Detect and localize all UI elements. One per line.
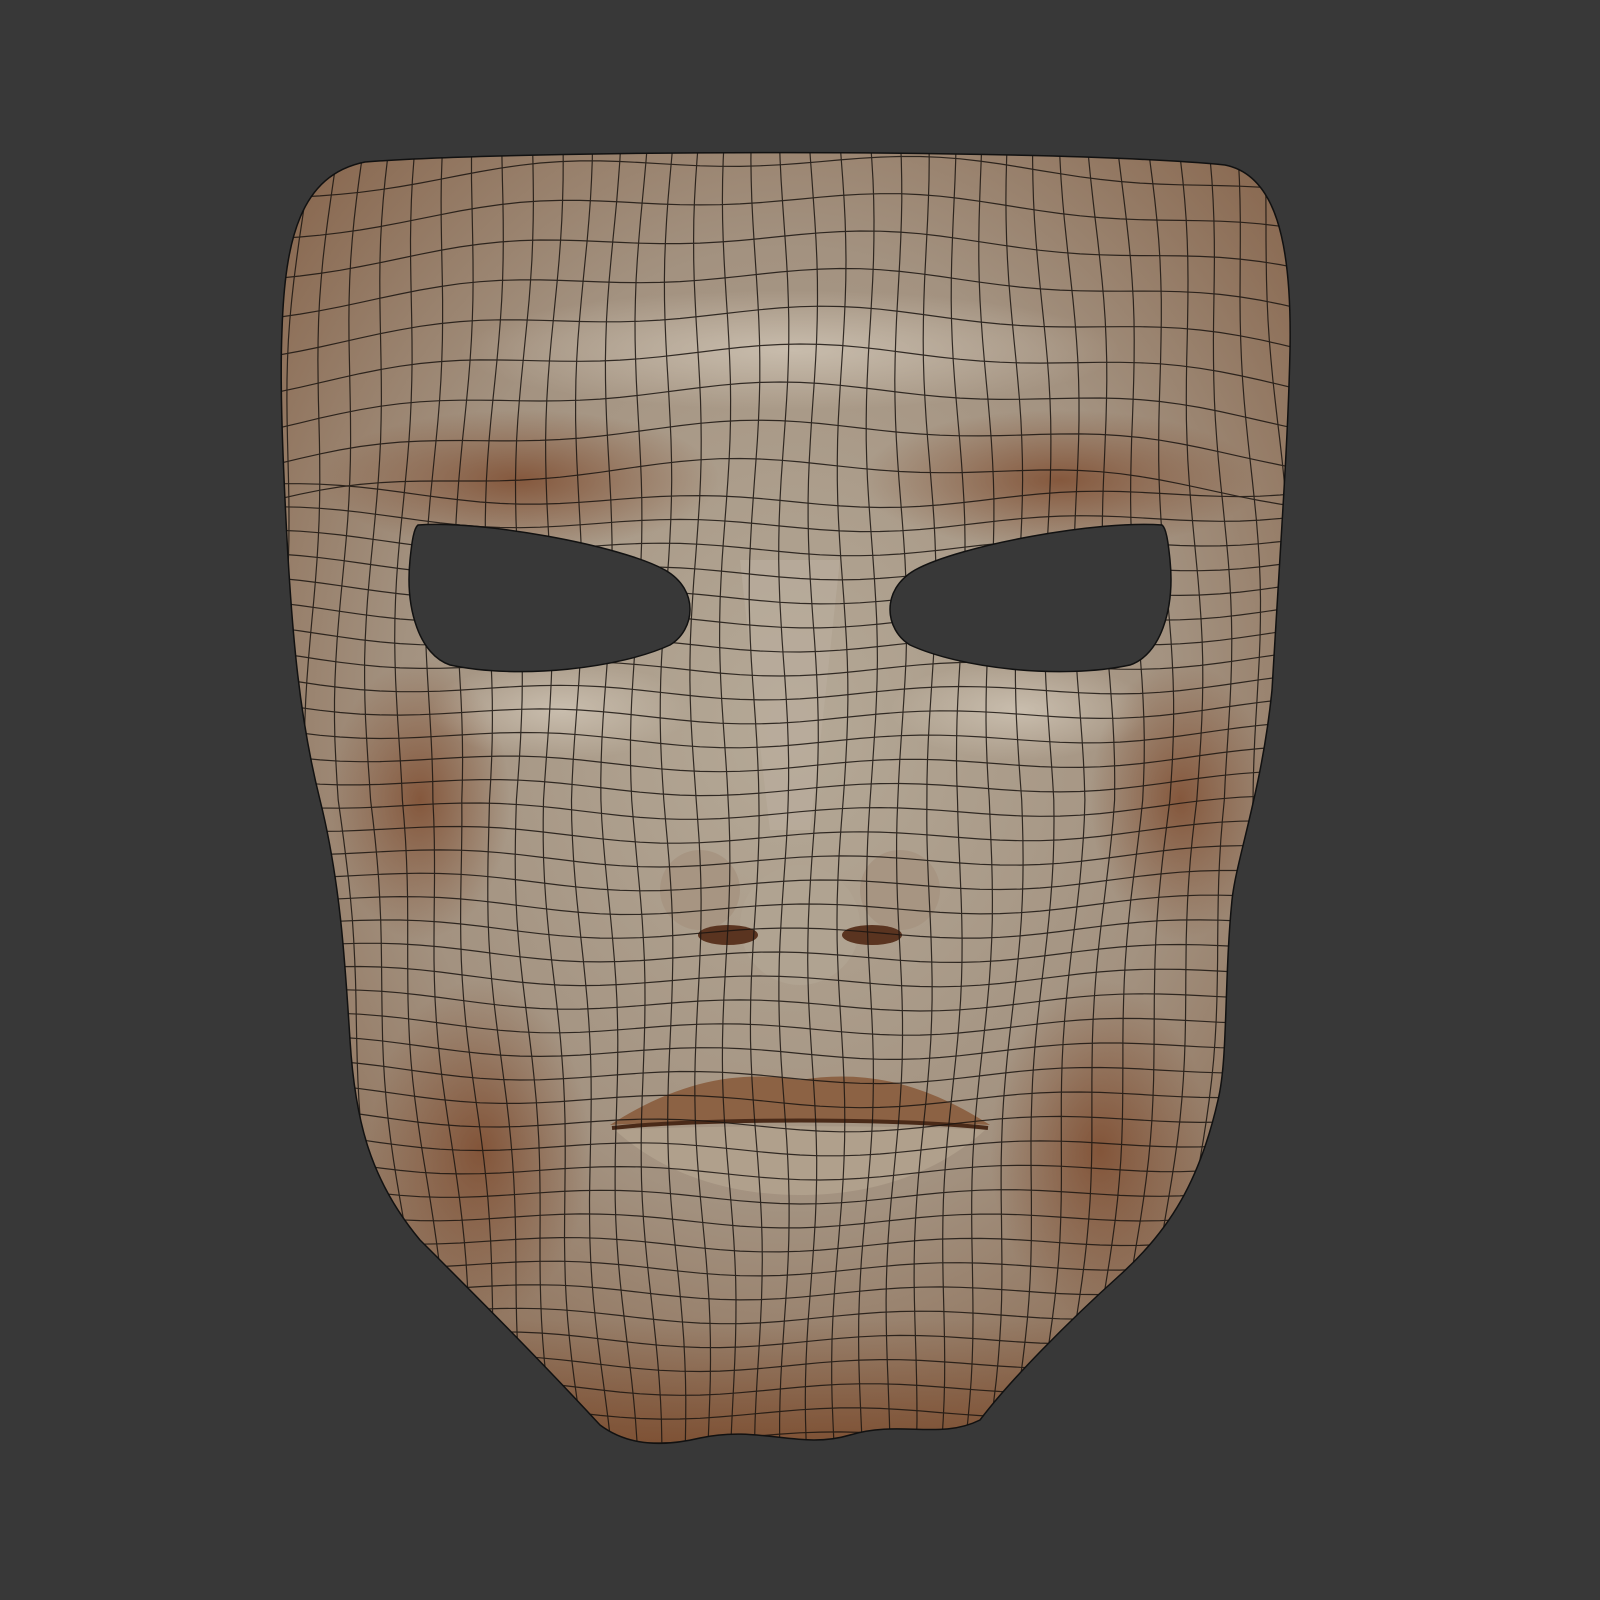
mask-surface <box>281 152 1291 1444</box>
viewport <box>0 0 1600 1600</box>
mask-render <box>280 151 1291 1445</box>
